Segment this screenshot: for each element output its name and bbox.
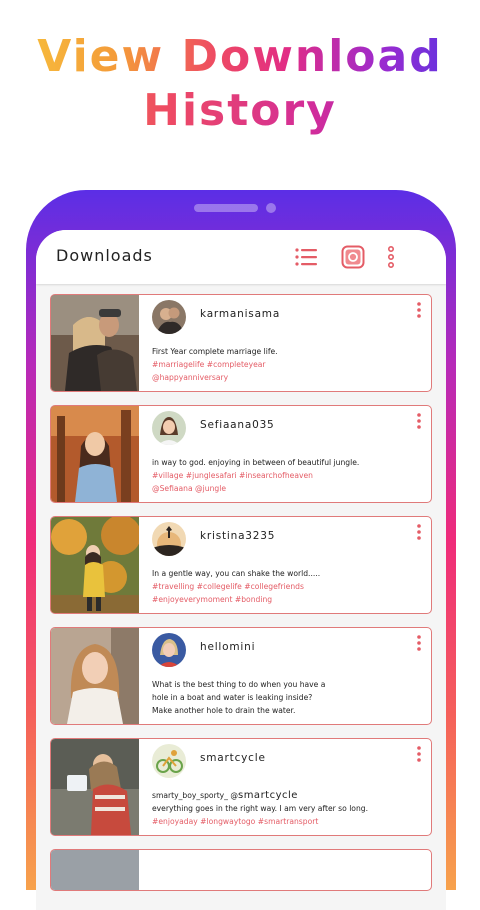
more-vert-icon[interactable] [415, 523, 423, 541]
caption-line: hole in a boat and water is leaking insi… [152, 693, 313, 702]
hashtags: #village #junglesafari #insearchofheaven [152, 471, 313, 480]
caption-text: First Year complete marriage life. [152, 347, 278, 356]
more-vert-icon[interactable] [415, 301, 423, 319]
caption-mention: smartcycle [237, 790, 298, 801]
username[interactable]: smartcycle [200, 752, 266, 764]
list-item[interactable]: karmanisama First Year complete marriage… [50, 294, 432, 392]
promo-headline: View Download History [0, 30, 480, 138]
mentions: @Sefiaana @jungle [152, 484, 226, 493]
post-thumbnail[interactable] [51, 739, 139, 835]
app-screen: Downloads karmanisama First Year complet… [36, 230, 446, 910]
username[interactable]: kristina3235 [200, 530, 275, 542]
more-vert-icon[interactable] [415, 412, 423, 430]
caption-line: What is the best thing to do when you ha… [152, 680, 326, 689]
more-vert-icon[interactable] [415, 634, 423, 652]
username[interactable]: karmanisama [200, 308, 280, 320]
mentions: @happyanniversary [152, 373, 229, 382]
phone-speaker [194, 204, 258, 212]
downloads-list: karmanisama First Year complete marriage… [50, 294, 432, 891]
hashtags: #travelling #collegelife #collegefriends [152, 582, 304, 591]
list-item[interactable]: Sefiaana035 in way to god. enjoying in b… [50, 405, 432, 503]
instagram-icon[interactable] [340, 244, 366, 270]
phone-frame: Downloads karmanisama First Year complet… [26, 190, 456, 910]
post-thumbnail[interactable] [51, 406, 139, 502]
list-item[interactable]: kristina3235 In a gentle way, you can sh… [50, 516, 432, 614]
post-thumbnail[interactable] [51, 628, 139, 724]
avatar [152, 744, 186, 778]
hashtags: #enjoyeverymoment #bonding [152, 595, 273, 604]
caption-line: everything goes in the right way. I am v… [152, 804, 368, 813]
more-vert-icon[interactable] [415, 745, 423, 763]
caption-text: In a gentle way, you can shake the world… [152, 569, 321, 578]
post-caption: First Year complete marriage life. #marr… [152, 345, 426, 384]
promo-title-line1: View Download [0, 30, 480, 84]
caption-handle: smarty_boy_sporty_ @ [152, 791, 238, 800]
avatar [152, 300, 186, 334]
username[interactable]: hellomini [200, 641, 255, 653]
more-vert-icon[interactable] [384, 244, 398, 270]
list-item[interactable]: hellomini What is the best thing to do w… [50, 627, 432, 725]
post-thumbnail[interactable] [51, 850, 139, 890]
caption-line: Make another hole to drain the water. [152, 706, 296, 715]
promo-title-line2: History [0, 84, 480, 138]
caption-text: in way to god. enjoying in between of be… [152, 458, 360, 467]
post-caption: in way to god. enjoying in between of be… [152, 456, 426, 495]
hashtags: #marriagelife #completeyear [152, 360, 266, 369]
avatar [152, 411, 186, 445]
username[interactable]: Sefiaana035 [200, 419, 275, 431]
list-item[interactable]: smartcycle smarty_boy_sporty_ @smartcycl… [50, 738, 432, 836]
avatar [152, 633, 186, 667]
post-thumbnail[interactable] [51, 517, 139, 613]
list-item[interactable] [50, 849, 432, 891]
page-title: Downloads [56, 246, 153, 265]
post-caption: smarty_boy_sporty_ @smartcycle everythin… [152, 789, 426, 828]
phone-camera [266, 203, 276, 213]
caption-text: smarty_boy_sporty_ @smartcycle [152, 789, 426, 802]
post-thumbnail[interactable] [51, 295, 139, 391]
app-bar: Downloads [36, 230, 446, 284]
hashtags: #enjoyaday #longwaytogo #smartransport [152, 817, 319, 826]
list-icon[interactable] [294, 244, 320, 270]
avatar [152, 522, 186, 556]
post-caption: In a gentle way, you can shake the world… [152, 567, 426, 606]
post-caption: What is the best thing to do when you ha… [152, 678, 426, 717]
